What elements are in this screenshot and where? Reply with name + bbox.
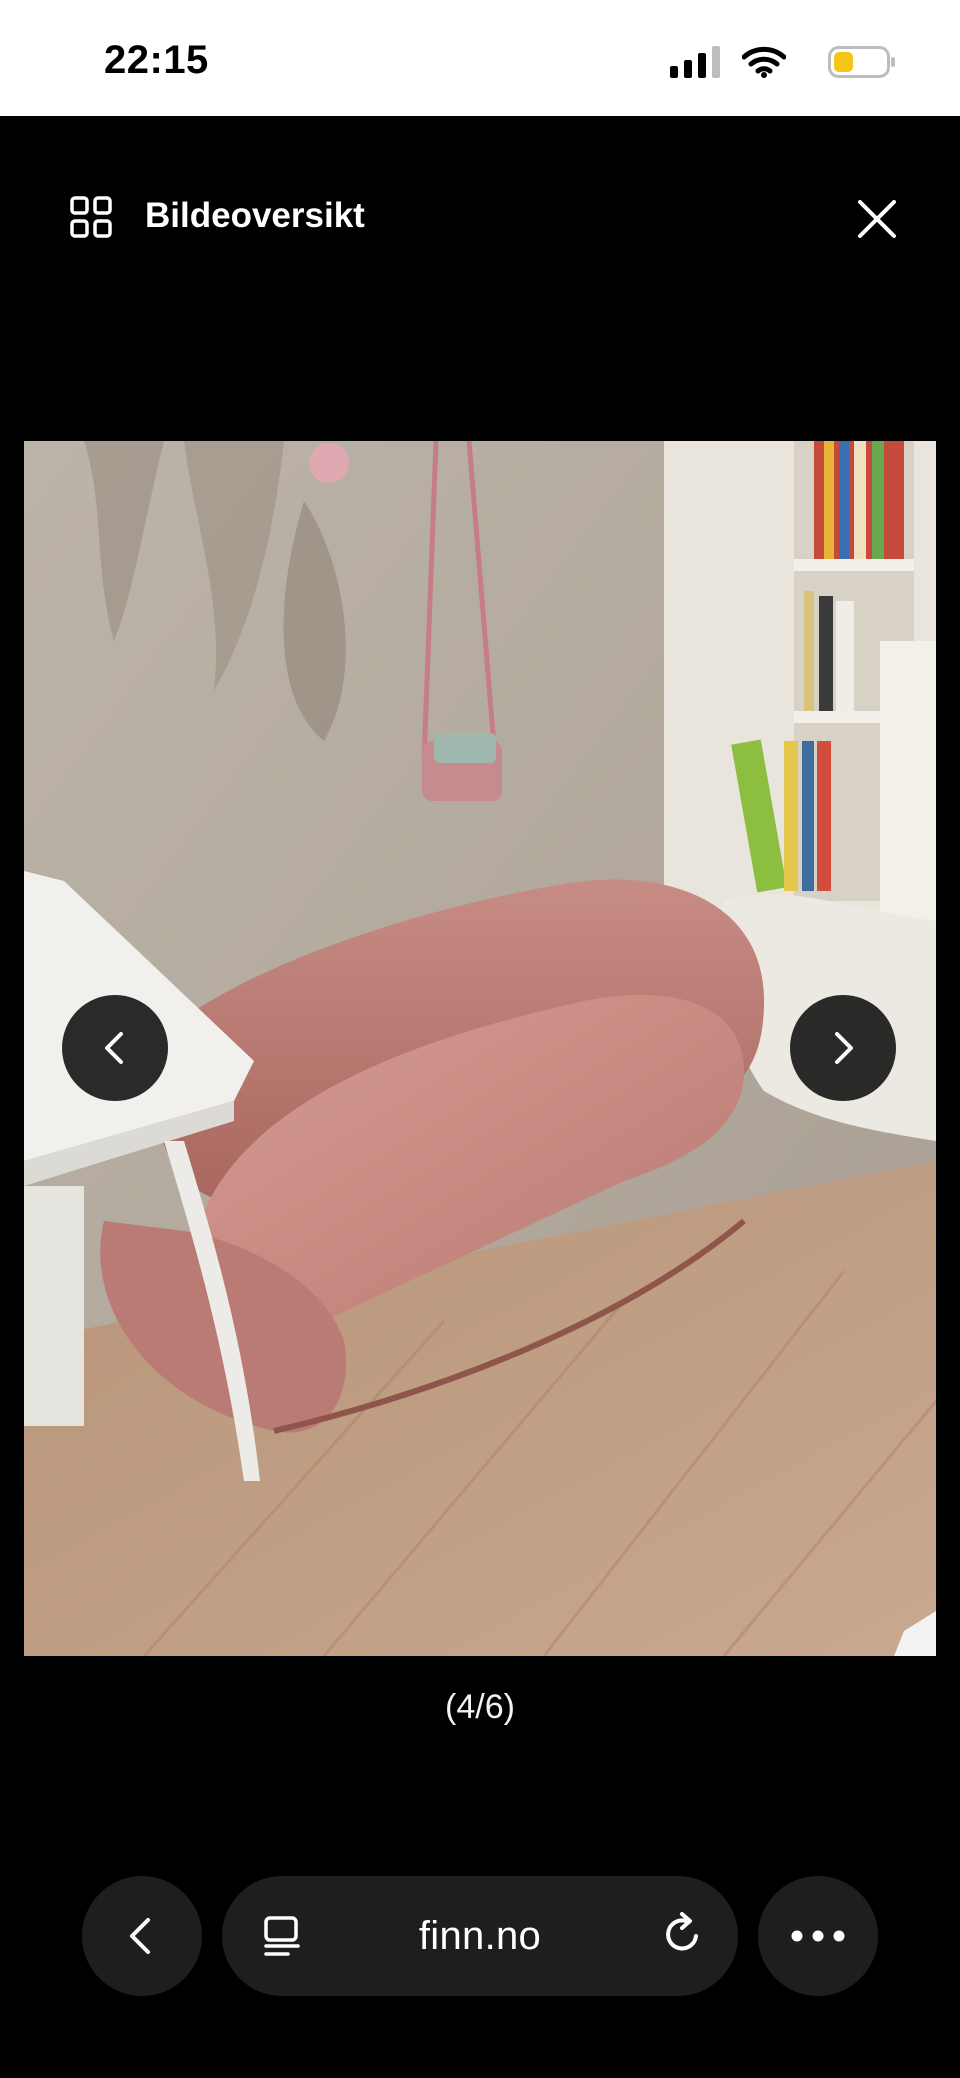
more-icon	[791, 1930, 845, 1942]
browser-back-button[interactable]	[82, 1876, 202, 1996]
gallery-header: Bildeoversikt	[0, 116, 960, 316]
status-bar: 22:15	[0, 0, 960, 116]
reload-icon[interactable]	[658, 1910, 706, 1958]
chevron-left-icon	[105, 1032, 123, 1064]
signal-icon	[670, 46, 720, 78]
address-bar[interactable]: finn.no	[222, 1876, 738, 1996]
back-icon	[130, 1918, 150, 1954]
previous-image-button[interactable]	[62, 995, 168, 1101]
reader-icon[interactable]	[260, 1914, 304, 1958]
battery-icon	[828, 46, 895, 78]
photo-counter: (4/6)	[445, 1688, 515, 1726]
grid-icon[interactable]	[70, 196, 112, 238]
next-image-button[interactable]	[790, 995, 896, 1101]
status-time: 22:15	[104, 38, 209, 82]
more-options-button[interactable]	[758, 1876, 878, 1996]
close-icon	[858, 200, 896, 238]
url-text: finn.no	[418, 1913, 542, 1958]
close-button[interactable]	[850, 192, 904, 246]
chevron-right-icon	[835, 1032, 853, 1064]
browser-toolbar: finn.no	[0, 1860, 960, 2000]
wifi-icon	[742, 46, 786, 78]
gallery-overview-title[interactable]: Bildeoversikt	[145, 196, 365, 236]
